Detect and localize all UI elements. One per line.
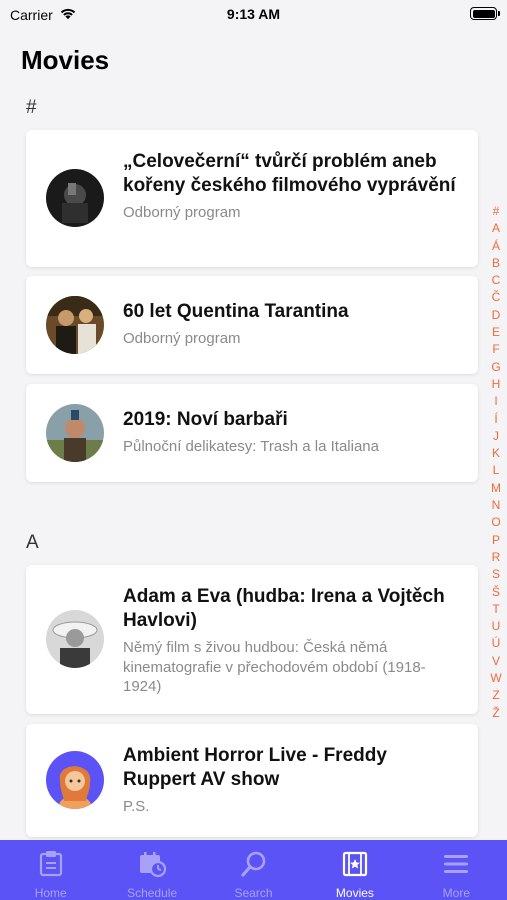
movie-title: 2019: Noví barbaři [123,409,288,430]
index-letter[interactable]: J [493,428,499,445]
menu-icon [441,849,471,886]
section-index-bar[interactable]: # A Á B C Č D E F G H I Í J K L M N O P R S Š T U Ú V W Z Ž [489,203,503,722]
index-letter[interactable]: U [492,618,501,635]
tab-search[interactable]: Search [203,840,304,900]
tab-label: More [442,886,470,900]
index-letter[interactable]: Í [494,411,497,428]
movie-title: 60 let Quentina Tarantina [123,301,349,322]
index-letter[interactable]: Á [492,238,500,255]
index-letter[interactable]: K [492,445,500,462]
home-icon [36,849,66,886]
movie-thumbnail [46,610,104,668]
index-letter[interactable]: O [491,514,500,531]
index-letter[interactable]: V [492,653,500,670]
movie-title: Ambient Horror Live - Freddy Ruppert AV … [123,745,387,790]
index-letter[interactable]: Š [492,584,500,601]
index-letter[interactable]: Z [492,687,499,704]
movie-title: Adam a Eva (hudba: Irena a Vojtěch Havlo… [123,586,445,631]
index-letter[interactable]: F [492,341,499,358]
movie-subtitle: Němý film s živou hudbou: Česká němá kin… [123,639,426,695]
movie-card[interactable]: Adam a Eva (hudba: Irena a Vojtěch Havlo… [26,565,478,714]
section-header-hash: # [26,97,37,118]
tab-schedule[interactable]: Schedule [101,840,202,900]
tab-home[interactable]: Home [0,840,101,900]
index-letter[interactable]: N [492,497,501,514]
movie-title: „Celovečerní“ tvůrčí problém aneb kořeny… [123,151,456,196]
movie-card[interactable]: 2019: Noví barbaři Půlnoční delikatesy: … [26,384,478,482]
index-letter[interactable]: Č [492,289,501,306]
status-bar: Carrier 9:13 AM [0,0,507,28]
index-letter[interactable]: L [493,462,500,479]
movie-card[interactable]: „Celovečerní“ tvůrčí problém aneb kořeny… [26,130,478,267]
movie-subtitle: P.S. [123,798,150,815]
status-time: 9:13 AM [226,6,281,22]
movie-subtitle: Půlnoční delikatesy: Trash a la Italiana [123,438,379,455]
schedule-icon [137,849,167,886]
index-letter[interactable]: Ú [492,635,501,652]
tab-label: Movies [335,886,374,900]
index-letter[interactable]: S [492,566,500,583]
page-title: Movies [21,45,110,75]
movie-thumbnail [46,169,104,227]
index-letter[interactable]: T [492,601,499,618]
movie-thumbnail [46,751,104,809]
index-letter[interactable]: # [493,203,500,220]
tab-more[interactable]: More [406,840,507,900]
index-letter[interactable]: M [491,480,501,497]
tab-movies[interactable]: Movies [304,840,405,900]
movie-thumbnail [46,296,104,354]
index-letter[interactable]: P [492,532,500,549]
index-letter[interactable]: I [494,393,497,410]
movie-subtitle: Odborný program [123,204,241,221]
tab-label: Schedule [127,886,178,900]
movie-card[interactable]: Ambient Horror Live - Freddy Ruppert AV … [26,724,478,837]
tab-label: Search [234,886,273,900]
section-header-a: A [26,532,39,553]
index-letter[interactable]: B [492,255,500,272]
index-letter[interactable]: W [490,670,501,687]
index-letter[interactable]: A [492,220,500,237]
index-letter[interactable]: C [492,272,501,289]
index-letter[interactable]: E [492,324,500,341]
movie-subtitle: Odborný program [123,330,241,347]
tab-label: Home [34,886,67,900]
movie-card[interactable]: 60 let Quentina Tarantina Odborný progra… [26,276,478,374]
movie-thumbnail [46,404,104,462]
tab-bar: Home Schedule Search Movies More [0,840,507,900]
film-icon [340,849,370,886]
search-icon [239,849,269,886]
index-letter[interactable]: R [492,549,501,566]
index-letter[interactable]: H [492,376,501,393]
index-letter[interactable]: G [491,359,500,376]
index-letter[interactable]: Ž [492,705,499,722]
index-letter[interactable]: D [492,307,501,324]
battery-icon [470,7,500,20]
